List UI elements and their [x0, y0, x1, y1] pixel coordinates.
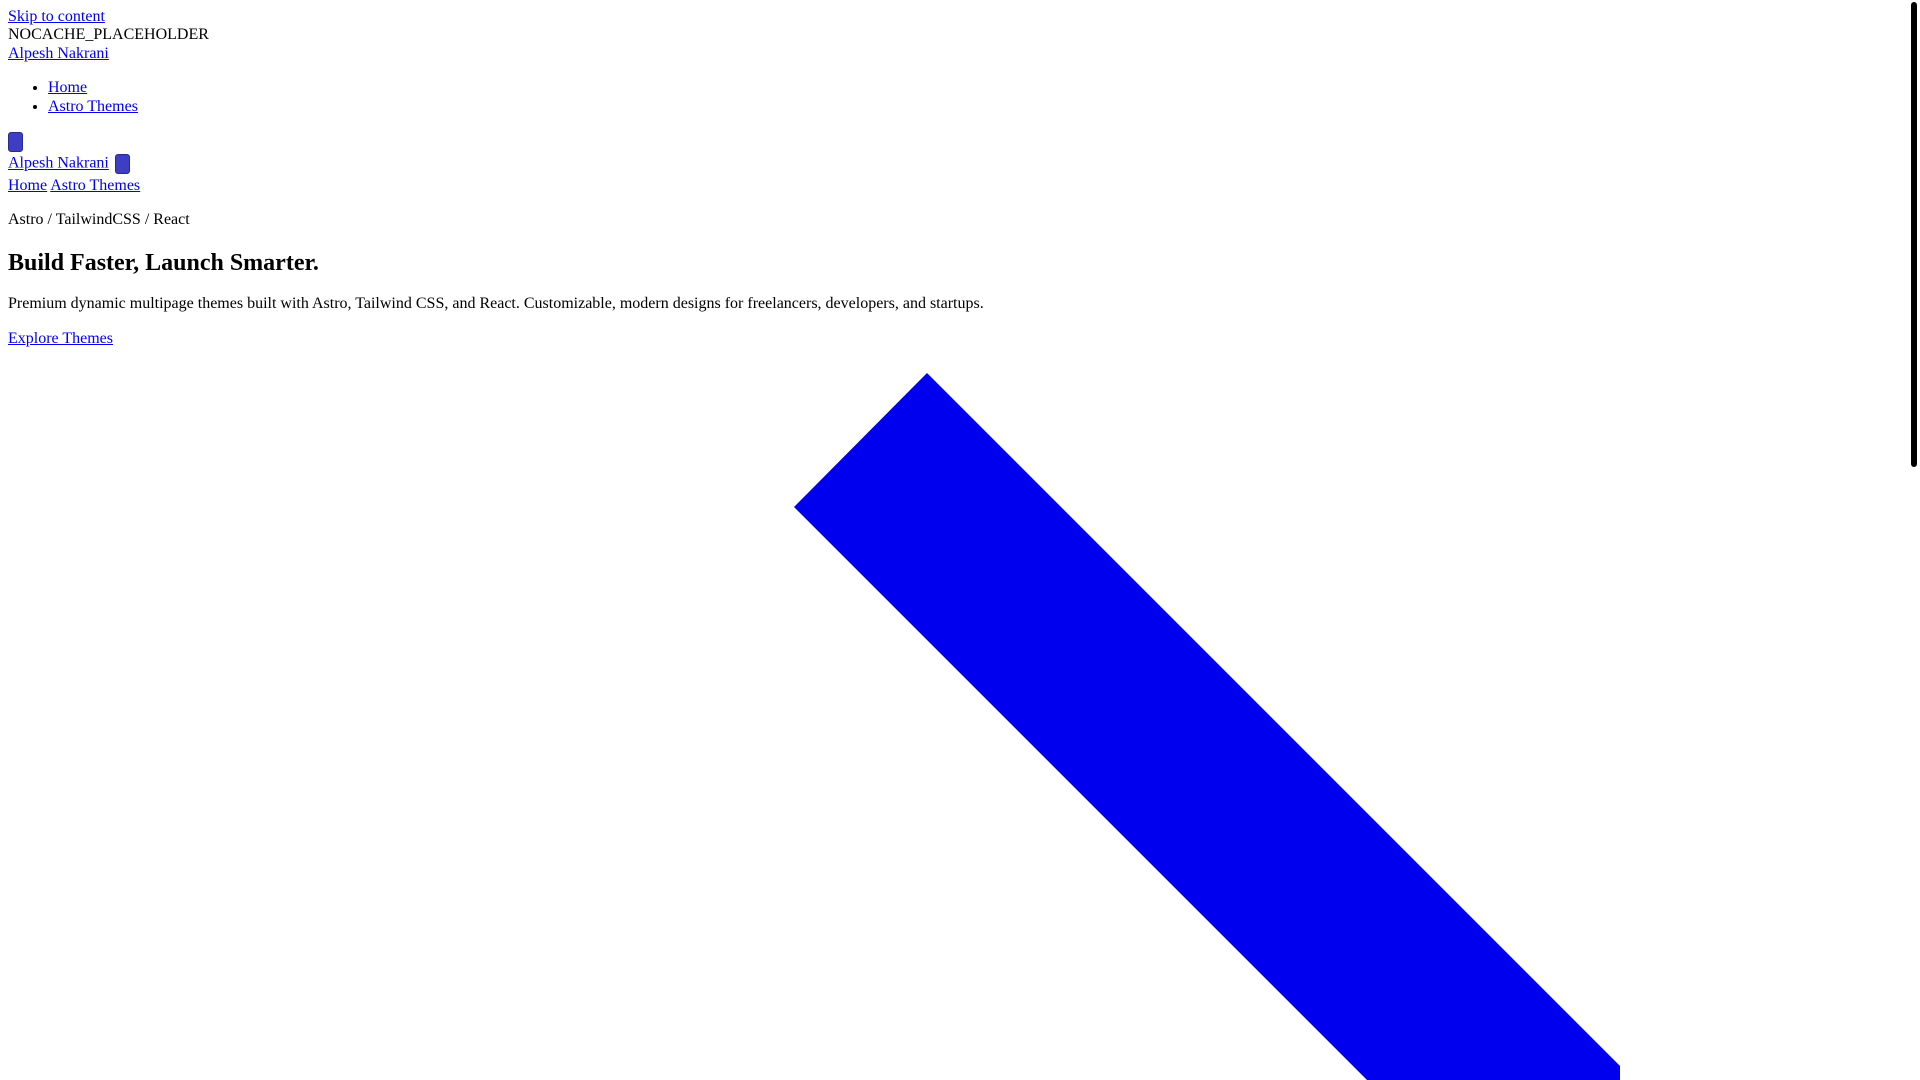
nav-link-home[interactable]: Home	[48, 79, 87, 96]
scrollbar-thumb[interactable]	[1911, 2, 1917, 467]
scrollbar[interactable]	[1905, 0, 1920, 1080]
mobile-nav-link-astro-themes[interactable]: Astro Themes	[50, 177, 140, 194]
nav-item-astro-themes: Astro Themes	[48, 98, 1912, 116]
menu-toggle-row	[8, 131, 1912, 152]
close-icon[interactable]	[114, 153, 130, 174]
explore-themes-link[interactable]: Explore Themes	[8, 330, 1912, 348]
page: Skip to content NOCACHE_PLACEHOLDER Alpe…	[0, 0, 1920, 1080]
nocache-placeholder: NOCACHE_PLACEHOLDER	[8, 26, 209, 44]
tech-stack-label: Astro / TailwindCSS / React	[8, 211, 190, 229]
mobile-brand-row: Alpesh Nakrani	[8, 153, 1912, 174]
menu-icon[interactable]	[8, 131, 23, 152]
primary-nav: Home Astro Themes	[8, 79, 1912, 116]
mobile-nav-link-home[interactable]: Home	[8, 177, 47, 194]
nav-link-astro-themes[interactable]: Astro Themes	[48, 98, 138, 115]
hero-description: Premium dynamic multipage themes built w…	[8, 295, 984, 313]
mobile-nav: Home Astro Themes	[8, 177, 1912, 195]
skip-to-content-link[interactable]: Skip to content	[8, 8, 1912, 26]
hero-title: Build Faster, Launch Smarter.	[8, 249, 319, 276]
brand-link[interactable]: Alpesh Nakrani	[8, 45, 1912, 63]
mobile-brand-link[interactable]: Alpesh Nakrani	[8, 155, 109, 172]
chevron-shape	[794, 373, 1620, 1080]
nav-item-home: Home	[48, 79, 1912, 97]
